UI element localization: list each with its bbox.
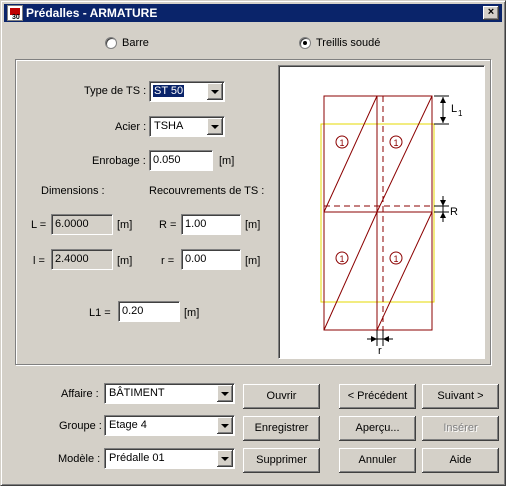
R-unit: [m] xyxy=(245,219,261,231)
panel-number: 1 xyxy=(393,254,398,264)
enrobage-unit: [m] xyxy=(219,155,235,167)
panel-number: 1 xyxy=(393,138,398,148)
suivant-button[interactable]: Suivant > xyxy=(422,384,499,409)
affaire-value: BÂTIMENT xyxy=(109,387,165,399)
L1-unit: [m] xyxy=(184,307,200,319)
panel-number: 1 xyxy=(339,138,344,148)
app-icon: 30 xyxy=(7,5,23,21)
enrobage-label: Enrobage : xyxy=(92,155,146,167)
ouvrir-button[interactable]: Ouvrir xyxy=(243,384,320,409)
title-bar: 30 Prédalles - ARMATURE × xyxy=(4,4,502,22)
panel-number: 1 xyxy=(339,254,344,264)
supprimer-button[interactable]: Supprimer xyxy=(243,448,320,473)
radio-dot-icon xyxy=(105,37,117,49)
arrow-up-icon xyxy=(440,97,446,103)
chevron-down-icon[interactable] xyxy=(207,118,223,135)
dimensions-heading: Dimensions : xyxy=(41,185,105,197)
acier-select[interactable]: TSHA xyxy=(149,116,225,137)
r-label: r = xyxy=(161,255,175,267)
close-button[interactable]: × xyxy=(483,6,499,20)
panel-diagonal xyxy=(376,95,433,213)
modele-value: Prédalle 01 xyxy=(109,452,165,464)
arrow-right-icon xyxy=(371,336,377,342)
chevron-down-icon[interactable] xyxy=(207,83,223,100)
type-ts-label: Type de TS : xyxy=(84,85,147,97)
acier-label: Acier : xyxy=(115,121,147,133)
enrobage-input[interactable]: 0.050 xyxy=(149,150,213,171)
groupe-value: Etage 4 xyxy=(109,419,147,431)
recouvrements-heading: Recouvrements de TS : xyxy=(149,185,265,197)
arrow-up-icon xyxy=(440,212,446,218)
L1-dim-subscript: 1 xyxy=(458,109,463,118)
L-label: L = xyxy=(31,219,47,231)
groupe-label: Groupe : xyxy=(59,420,102,432)
affaire-label: Affaire : xyxy=(61,388,99,400)
modele-select[interactable]: Prédalle 01 xyxy=(104,448,235,469)
radio-barre-label: Barre xyxy=(122,37,149,49)
chevron-down-icon[interactable] xyxy=(217,417,233,434)
L-readonly-field: 6.0000 xyxy=(51,214,113,235)
R-dim-label: R xyxy=(450,206,458,218)
R-input[interactable]: 1.00 xyxy=(181,214,241,235)
annuler-button[interactable]: Annuler xyxy=(339,448,416,473)
l-unit: [m] xyxy=(117,255,133,267)
L1-input[interactable]: 0.20 xyxy=(118,301,180,322)
l-label: l = xyxy=(33,255,45,267)
chevron-down-icon[interactable] xyxy=(217,450,233,467)
radio-barre[interactable]: Barre xyxy=(105,37,149,49)
window-title: Prédalles - ARMATURE xyxy=(26,6,158,20)
radio-treillis-soude[interactable]: Treillis soudé xyxy=(299,37,380,49)
R-label: R = xyxy=(159,219,177,231)
L-unit: [m] xyxy=(117,219,133,231)
arrow-left-icon xyxy=(383,336,389,342)
enregistrer-button[interactable]: Enregistrer xyxy=(243,416,320,441)
modele-label: Modèle : xyxy=(58,453,101,465)
acier-value: TSHA xyxy=(154,120,184,132)
panel-diagonal xyxy=(323,211,378,331)
r-input[interactable]: 0.00 xyxy=(181,249,241,270)
mesh-diagram-svg: 1 1 1 1 L 1 R r xyxy=(320,95,463,357)
panel-diagonal xyxy=(323,95,378,213)
precedent-button[interactable]: < Précédent xyxy=(339,384,416,409)
arrow-down-icon xyxy=(440,200,446,206)
arrow-down-icon xyxy=(440,117,446,123)
groupe-select[interactable]: Etage 4 xyxy=(104,415,235,436)
l-readonly-field: 2.4000 xyxy=(51,249,113,270)
radio-treillis-label: Treillis soudé xyxy=(316,37,381,49)
apercu-button[interactable]: Aperçu... xyxy=(339,416,416,441)
L1-dim-label: L xyxy=(451,103,457,115)
chevron-down-icon[interactable] xyxy=(217,385,233,402)
radio-dot-selected-icon xyxy=(299,37,311,49)
L1-label: L1 = xyxy=(89,307,111,319)
dialog-window: 30 Prédalles - ARMATURE × Barre Treillis… xyxy=(0,0,506,486)
mesh-diagram: 1 1 1 1 L 1 R r xyxy=(278,65,485,359)
affaire-select[interactable]: BÂTIMENT xyxy=(104,383,235,404)
type-ts-select[interactable]: ST 50 xyxy=(149,81,225,102)
r-unit: [m] xyxy=(245,255,261,267)
panel-diagonal xyxy=(376,211,433,331)
inserer-button[interactable]: Insérer xyxy=(422,416,499,441)
type-ts-value: ST 50 xyxy=(153,85,185,97)
aide-button[interactable]: Aide xyxy=(422,448,499,473)
r-dim-label: r xyxy=(378,345,382,357)
